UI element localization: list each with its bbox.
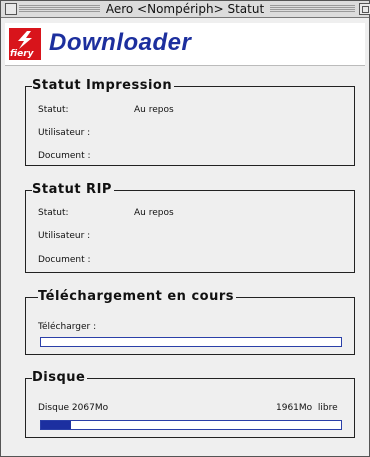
rip-user-label: Utilisateur : (38, 231, 91, 241)
download-group: Téléchargement en cours Télécharger : (25, 289, 355, 355)
rip-status-label: Statut: (38, 208, 69, 218)
rip-document-label: Document : (38, 255, 91, 265)
window-title: Aero <Nompériph> Statut (99, 2, 271, 16)
print-status-label: Statut: (38, 105, 69, 115)
app-window: Aero <Nompériph> Statut fiery Downloader… (0, 0, 370, 457)
print-status-group: Statut Impression Statut: Au repos Utili… (25, 78, 355, 166)
print-document-label: Document : (38, 151, 91, 161)
print-status-value: Au repos (134, 105, 174, 115)
print-status-heading: Statut Impression (32, 78, 175, 94)
disk-usage-fill (41, 421, 71, 429)
fiery-logo-icon: fiery (9, 28, 41, 60)
download-heading: Téléchargement en cours (38, 289, 236, 305)
rip-status-value: Au repos (134, 208, 174, 218)
app-header: fiery Downloader (5, 23, 365, 66)
download-progress-bar (40, 337, 342, 347)
disk-usage-bar (40, 420, 342, 430)
disk-free-label: 1961Mo libre (276, 403, 338, 413)
rip-status-group: Statut RIP Statut: Au repos Utilisateur … (25, 182, 355, 273)
logo-text: fiery (10, 49, 34, 59)
rip-status-heading: Statut RIP (32, 182, 114, 198)
disk-group: Disque Disque 2067Mo 1961Mo libre (25, 370, 355, 438)
zoom-box-icon[interactable] (359, 3, 370, 15)
disk-heading: Disque (32, 370, 88, 386)
print-user-label: Utilisateur : (38, 128, 91, 138)
app-title: Downloader (49, 29, 192, 56)
title-bar[interactable]: Aero <Nompériph> Statut (1, 1, 370, 18)
download-label: Télécharger : (38, 322, 97, 332)
disk-total-label: Disque 2067Mo (38, 403, 109, 413)
